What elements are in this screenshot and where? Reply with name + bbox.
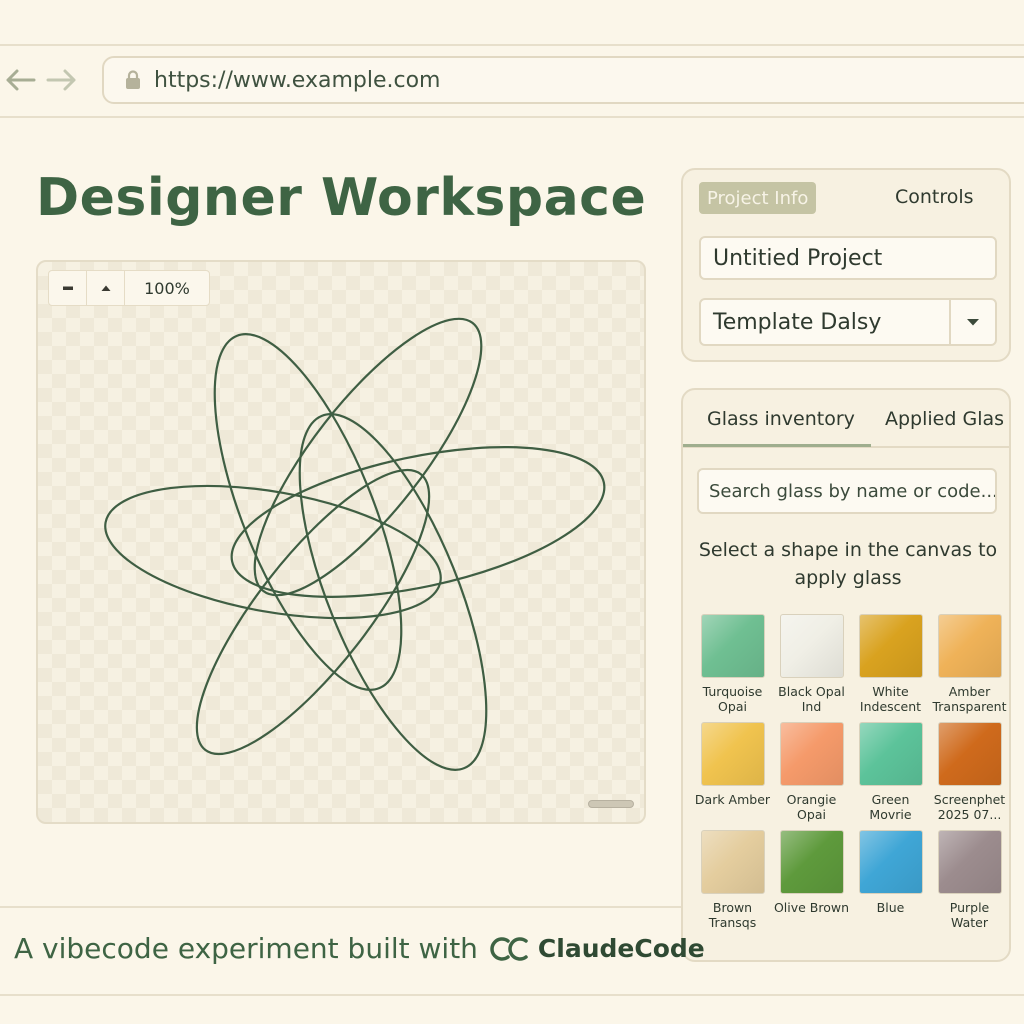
glass-swatch-label: Screenphet 2025 07... [933, 792, 1006, 822]
glass-swatch-label: Blue [876, 900, 905, 915]
glass-swatch-label: Turquoise Opai [702, 684, 763, 714]
petal-bottom-left[interactable] [162, 440, 464, 784]
address-bar[interactable]: https://www.example.com [102, 56, 1024, 104]
glass-swatch-chip[interactable] [937, 722, 1002, 786]
back-button[interactable] [2, 62, 38, 98]
glass-swatch[interactable]: Screenphet 2025 07... [930, 722, 1009, 824]
glass-swatch[interactable]: Dark Amber [693, 722, 772, 824]
tab-project-info[interactable]: Project Info [699, 182, 817, 214]
glass-swatch-label: Dark Amber [694, 792, 771, 807]
glass-swatch-label: Black Opal Ind [778, 684, 845, 714]
project-panel: Project Info Controls Untitied Project T… [681, 168, 1011, 362]
glass-swatch-chip[interactable] [700, 614, 765, 678]
glass-swatch-chip[interactable] [700, 722, 765, 786]
apply-glass-hint: Select a shape in the canvas to apply gl… [698, 539, 998, 589]
arrow-left-icon [6, 69, 36, 91]
glass-swatch[interactable]: Blue [851, 830, 930, 932]
glass-swatch[interactable]: Olive Brown [772, 830, 851, 932]
glass-tabs: Glass inventory Applied Glas [683, 390, 1009, 448]
active-tab-indicator [683, 444, 871, 447]
chevron-down-icon [967, 319, 979, 326]
template-dropdown-button[interactable] [949, 300, 995, 344]
petal-left[interactable] [95, 463, 451, 640]
footer: A vibecode experiment built with ClaudeC… [14, 932, 705, 965]
glass-swatch-label: Olive Brown [773, 900, 850, 915]
glass-swatch[interactable]: Amber Transparent [930, 614, 1009, 716]
glass-swatch-label: Brown Transqs [708, 900, 757, 930]
url-text: https://www.example.com [154, 67, 441, 93]
claude-code-logo-icon [490, 936, 528, 961]
star-design [95, 311, 606, 784]
arrow-right-icon [46, 69, 76, 91]
glass-swatch-chip[interactable] [779, 614, 844, 678]
glass-swatch-chip[interactable] [937, 830, 1002, 894]
footer-text: A vibecode experiment built with [14, 932, 478, 965]
glass-swatch[interactable]: Purple Water [930, 830, 1009, 932]
petal-top-left[interactable] [177, 311, 440, 712]
glass-swatch-chip[interactable] [858, 722, 923, 786]
project-name-field[interactable]: Untitied Project [699, 236, 997, 280]
page-title: Designer Workspace [36, 168, 647, 228]
glass-swatch-chip[interactable] [858, 614, 923, 678]
glass-swatch-label: Amber Transparent [932, 684, 1007, 714]
glass-swatch-chip[interactable] [779, 830, 844, 894]
glass-swatch[interactable]: White Indescent [851, 614, 930, 716]
glass-search-input[interactable] [697, 468, 997, 514]
glass-swatch[interactable]: Orangie Opai [772, 722, 851, 824]
glass-swatch-chip[interactable] [700, 830, 765, 894]
lock-icon [122, 69, 144, 91]
glass-panel: Glass inventory Applied Glas Select a sh… [681, 388, 1011, 962]
glass-swatch-chip[interactable] [779, 722, 844, 786]
forward-button[interactable] [44, 62, 80, 98]
design-canvas[interactable]: 100% [36, 260, 646, 824]
tab-controls[interactable]: Controls [895, 186, 974, 208]
footer-divider-top [0, 906, 681, 908]
project-name-value: Untitied Project [713, 245, 883, 271]
tab-glass-inventory[interactable]: Glass inventory [707, 408, 855, 430]
glass-swatch-label: Purple Water [949, 900, 990, 930]
canvas-scroll-handle[interactable] [588, 800, 634, 808]
glass-swatch[interactable]: Brown Transqs [693, 830, 772, 932]
glass-swatch[interactable]: Black Opal Ind [772, 614, 851, 716]
footer-brand[interactable]: ClaudeCode [538, 934, 705, 963]
glass-swatch-label: White Indescent [859, 684, 922, 714]
glass-swatch[interactable]: Green Movrie [851, 722, 930, 824]
glass-swatch-chip[interactable] [937, 614, 1002, 678]
template-value: Template Dalsy [713, 309, 882, 335]
template-select[interactable]: Template Dalsy [699, 298, 997, 346]
glass-swatch-chip[interactable] [858, 830, 923, 894]
glass-swatch[interactable]: Turquoise Opai [693, 614, 772, 716]
glass-swatch-grid: Turquoise Opai Black Opal Ind White Indesc… [693, 614, 1009, 932]
tab-applied-glass[interactable]: Applied Glas [885, 408, 1004, 430]
glass-swatch-label: Green Movrie [869, 792, 912, 822]
glass-swatch-label: Orangie Opai [786, 792, 837, 822]
footer-divider-bottom [0, 994, 1024, 996]
